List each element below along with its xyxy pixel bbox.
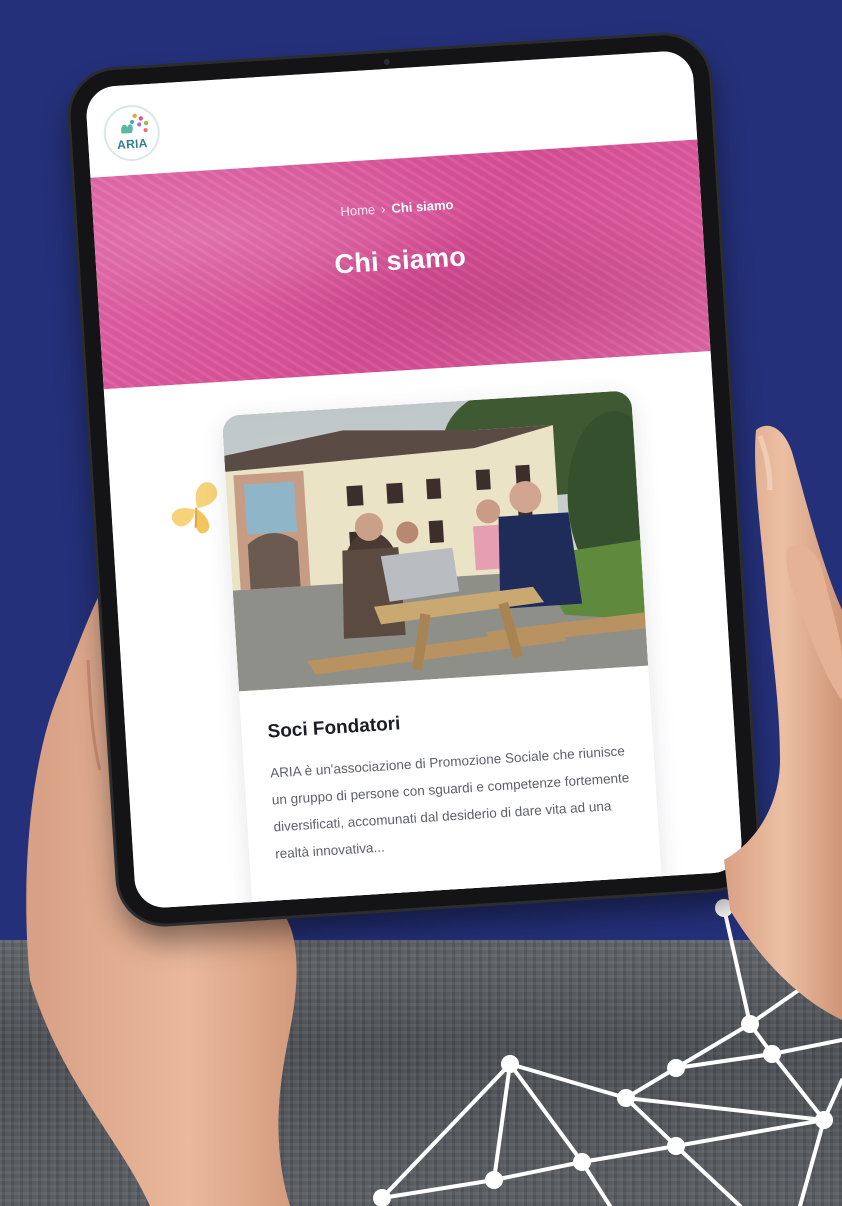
right-hand — [724, 425, 842, 1020]
